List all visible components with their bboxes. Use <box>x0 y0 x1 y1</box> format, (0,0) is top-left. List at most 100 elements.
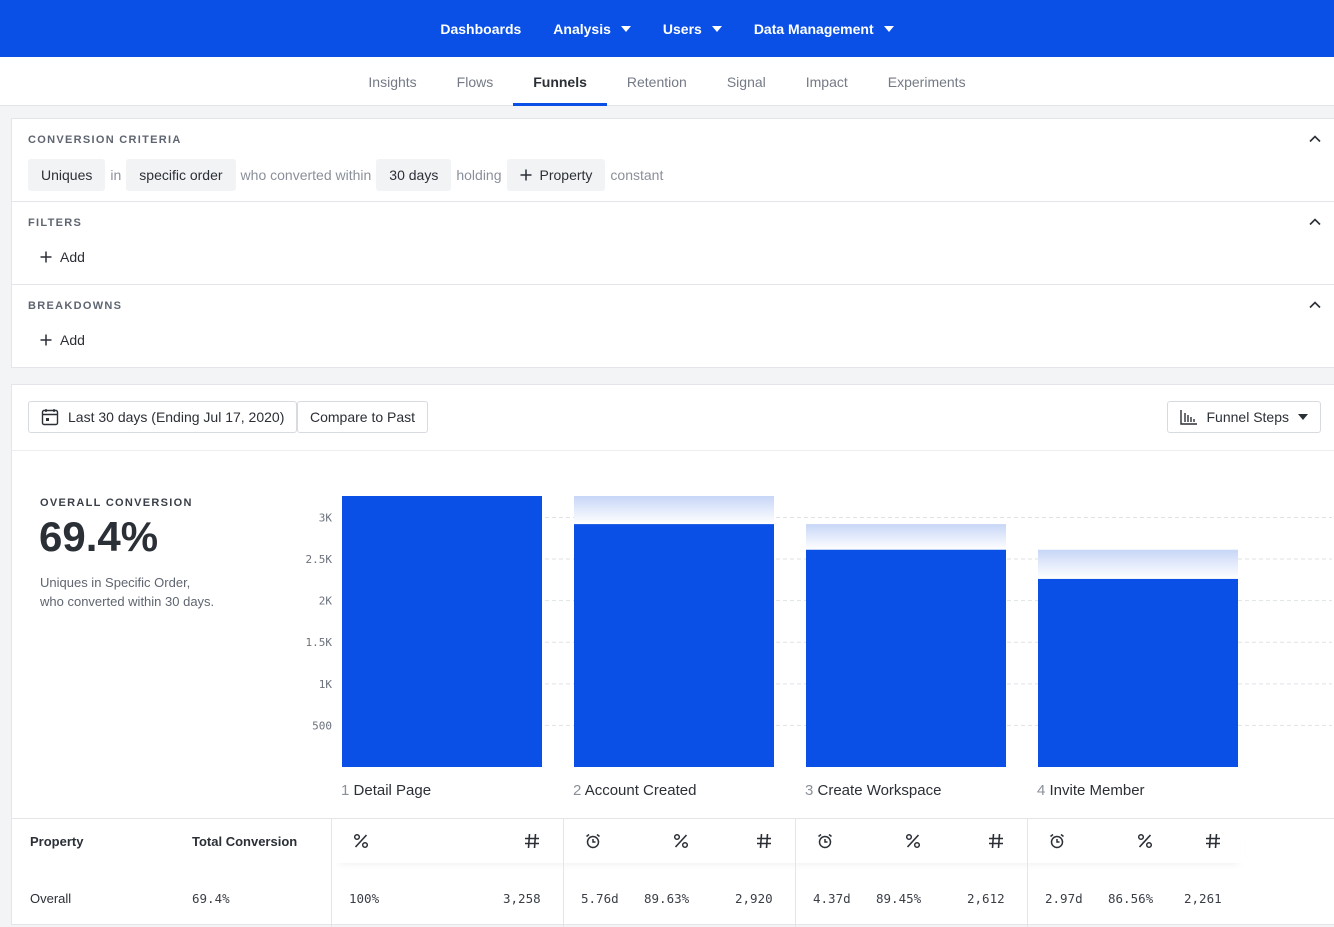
nav-dashboards[interactable]: Dashboards <box>424 21 537 37</box>
view-label: Funnel Steps <box>1206 409 1290 425</box>
step-label: 3 Create Workspace <box>805 782 941 799</box>
nav-data-management-label: Data Management <box>753 20 874 37</box>
description-line: Uniques in Specific Order, <box>40 575 191 590</box>
step-name: Invite Member <box>1049 782 1145 799</box>
connector-text: constant <box>610 167 664 183</box>
step-number: 4 <box>1037 782 1046 799</box>
funnel-step-bar[interactable] <box>342 496 542 767</box>
funnel-step-bar[interactable] <box>806 549 1006 767</box>
y-tick-label: 2.5K <box>306 553 333 566</box>
report-tabs: Insights Flows Funnels Retention Signal … <box>0 57 1334 106</box>
results-panel: Last 30 days (Ending Jul 17, 2020) Compa… <box>11 384 1334 927</box>
tab-experiments[interactable]: Experiments <box>868 57 986 106</box>
alarm-clock-icon <box>586 833 600 849</box>
hash-icon <box>525 833 539 849</box>
column-divider <box>795 819 796 927</box>
chevron-up-icon[interactable] <box>1309 216 1321 228</box>
y-tick-label: 2K <box>319 595 333 608</box>
nav-analysis[interactable]: Analysis <box>537 21 647 37</box>
results-table: Property Total Conversion Overall 69.4% … <box>12 818 1334 927</box>
tab-insights[interactable]: Insights <box>348 57 436 106</box>
add-breakdown-button[interactable]: Add <box>40 332 85 348</box>
table-header-shade <box>333 819 1245 863</box>
description-line: who converted within 30 days. <box>40 594 215 609</box>
step4-pct: 86.56% <box>1108 891 1154 906</box>
breakdowns-section: BREAKDOWNS Add <box>12 285 1334 368</box>
column-header-total-conversion[interactable]: Total Conversion <box>192 834 297 849</box>
dropoff-bar[interactable] <box>806 524 1006 550</box>
y-tick-label: 1.5K <box>306 636 333 649</box>
tab-flows[interactable]: Flows <box>437 57 514 106</box>
step2-time: 5.76d <box>581 891 619 906</box>
bar-chart-icon <box>1179 410 1197 425</box>
hash-icon <box>1206 833 1220 849</box>
compare-to-past-button[interactable]: Compare to Past <box>297 401 429 433</box>
hash-icon <box>989 833 1003 849</box>
connector-text: in <box>110 167 122 183</box>
counting-select[interactable]: Uniques <box>28 159 106 191</box>
results-toolbar: Last 30 days (Ending Jul 17, 2020) Compa… <box>12 385 1334 451</box>
nav-users[interactable]: Users <box>647 21 738 37</box>
step3-time: 4.37d <box>813 891 851 906</box>
plus-icon <box>40 334 52 346</box>
funnel-view-select[interactable]: Funnel Steps <box>1166 401 1321 433</box>
y-tick-label: 3K <box>319 511 333 524</box>
section-title: BREAKDOWNS <box>28 300 123 312</box>
step4-count: 2,261 <box>1184 891 1222 906</box>
caret-down-icon <box>620 25 631 32</box>
overall-conversion-value: 69.4% <box>39 513 159 560</box>
order-select[interactable]: specific order <box>126 159 236 191</box>
tab-signal[interactable]: Signal <box>707 57 786 106</box>
percent-icon <box>905 833 921 849</box>
date-range-label: Last 30 days (Ending Jul 17, 2020) <box>68 409 285 425</box>
filters-section: FILTERS Add <box>12 202 1334 285</box>
step2-count: 2,920 <box>735 891 773 906</box>
connector-text: who converted within <box>240 167 372 183</box>
tab-retention[interactable]: Retention <box>607 57 707 106</box>
hash-icon <box>757 833 771 849</box>
step-label: 4 Invite Member <box>1037 782 1145 799</box>
compare-label: Compare to Past <box>310 409 416 425</box>
criteria-row: Uniques in specific order who converted … <box>28 159 668 191</box>
nav-data-management[interactable]: Data Management <box>738 21 910 37</box>
percent-icon <box>673 833 689 849</box>
caret-down-icon <box>1298 414 1308 420</box>
nav-analysis-label: Analysis <box>553 20 611 37</box>
dropoff-bar[interactable] <box>574 496 774 525</box>
percent-icon <box>353 833 369 849</box>
y-tick-label: 1K <box>319 678 333 691</box>
chevron-up-icon[interactable] <box>1309 299 1321 311</box>
overall-conversion-description: Uniques in Specific Order, who converted… <box>40 573 240 611</box>
step3-count: 2,612 <box>967 891 1005 906</box>
add-label: Add <box>60 332 85 348</box>
step3-pct: 89.45% <box>876 891 922 906</box>
tab-funnels[interactable]: Funnels <box>513 57 607 106</box>
section-title: CONVERSION CRITERIA <box>28 134 182 146</box>
column-header-property[interactable]: Property <box>30 834 83 849</box>
calendar-icon <box>41 409 59 426</box>
step2-pct: 89.63% <box>644 891 690 906</box>
step-label: 2 Account Created <box>573 782 696 799</box>
top-nav: Dashboards Analysis Users Data Managemen… <box>0 0 1334 57</box>
nav-users-label: Users <box>662 20 702 37</box>
step1-count: 3,258 <box>503 891 541 906</box>
query-builder-panel: CONVERSION CRITERIA Uniques in specific … <box>11 118 1334 368</box>
window-select[interactable]: 30 days <box>376 159 452 191</box>
add-filter-button[interactable]: Add <box>40 249 85 265</box>
conversion-criteria-section: CONVERSION CRITERIA Uniques in specific … <box>12 119 1334 202</box>
connector-text: holding <box>456 167 502 183</box>
tab-impact[interactable]: Impact <box>786 57 868 106</box>
step-name: Detail Page <box>353 782 432 799</box>
holding-property-button[interactable]: Property <box>506 159 606 191</box>
section-title: FILTERS <box>28 217 83 229</box>
plus-icon <box>40 251 52 263</box>
funnel-chart: 500 1K 1.5K 2K 2.5K 3K <box>306 496 1332 767</box>
dropoff-bar[interactable] <box>1038 549 1238 579</box>
step-number: 1 <box>341 782 350 799</box>
chevron-up-icon[interactable] <box>1309 133 1321 145</box>
date-range-button[interactable]: Last 30 days (Ending Jul 17, 2020) <box>28 401 298 433</box>
funnel-step-bar[interactable] <box>574 524 774 767</box>
funnel-step-bar[interactable] <box>1038 578 1238 767</box>
step-number: 3 <box>805 782 814 799</box>
plus-icon <box>520 169 531 181</box>
